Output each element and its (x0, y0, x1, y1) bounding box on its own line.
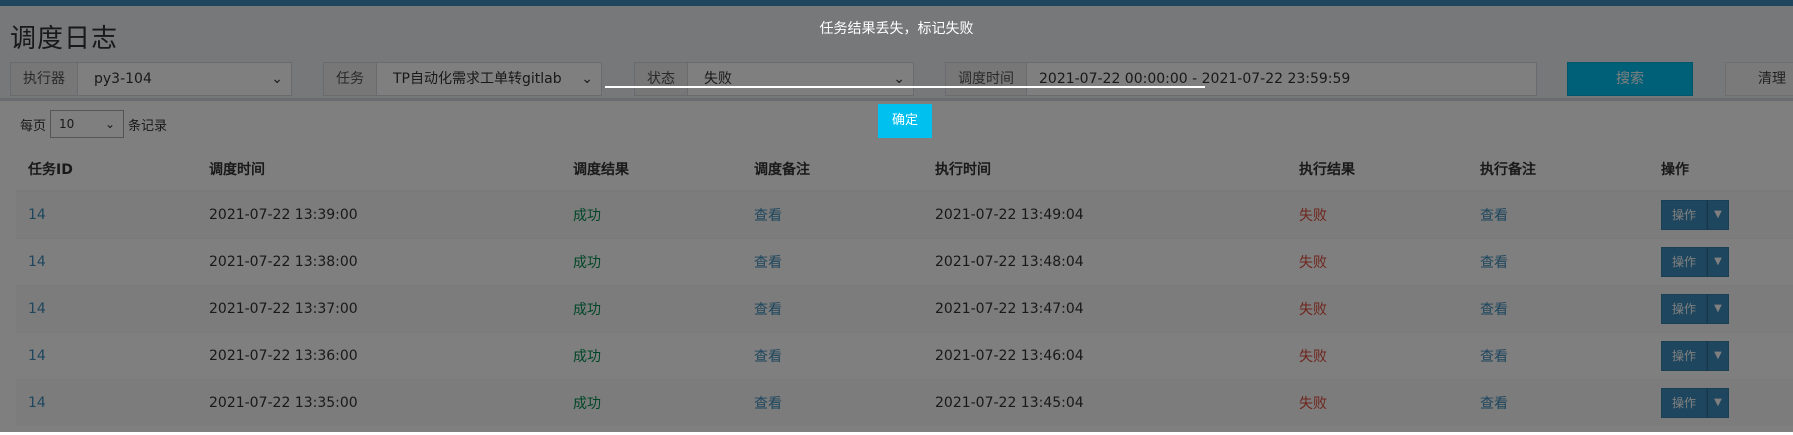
modal-overlay[interactable] (0, 0, 1793, 432)
confirm-button[interactable]: 确定 (878, 104, 932, 138)
dialog-message: 任务结果丢失，标记失败 (819, 21, 974, 37)
dialog-divider (605, 86, 1205, 88)
